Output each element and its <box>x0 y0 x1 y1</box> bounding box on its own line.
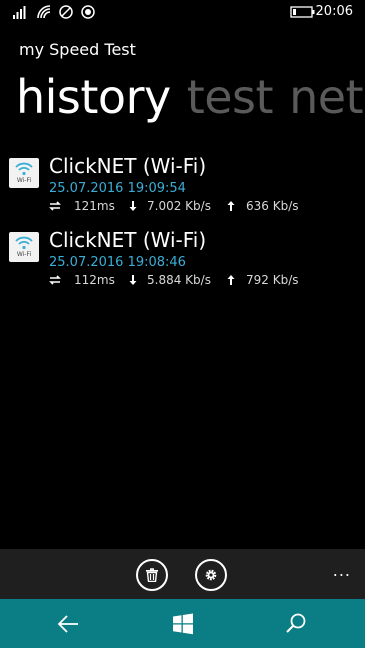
navigation-bar <box>0 599 365 648</box>
upload-value: 792 Kb/s <box>246 273 299 287</box>
download-icon <box>129 201 137 211</box>
wifi-icon <box>15 236 33 250</box>
ping-value: 112ms <box>74 273 115 287</box>
network-name: ClickNET (Wi-Fi) <box>49 228 207 252</box>
tab-test[interactable]: test <box>187 70 274 124</box>
back-icon[interactable] <box>56 611 82 637</box>
list-item[interactable]: Wi-Fi ClickNET (Wi-Fi) 25.07.2016 19:09:… <box>0 150 365 218</box>
wifi-tile-label: Wi-Fi <box>16 251 32 258</box>
network-name: ClickNET (Wi-Fi) <box>49 154 207 178</box>
list-item[interactable]: Wi-Fi ClickNET (Wi-Fi) 25.07.2016 19:08:… <box>0 224 365 292</box>
status-bar: 20:06 <box>0 0 365 24</box>
tab-net[interactable]: net <box>289 70 364 124</box>
upload-icon <box>227 201 235 211</box>
delete-icon <box>146 568 158 582</box>
settings-icon <box>205 569 217 581</box>
wifi-tile-label: Wi-Fi <box>16 177 32 184</box>
tab-history[interactable]: history <box>16 70 171 124</box>
location-icon <box>81 5 95 19</box>
ping-icon <box>49 201 61 211</box>
delete-button[interactable] <box>136 559 168 591</box>
download-value: 7.002 Kb/s <box>147 199 211 213</box>
battery-icon <box>290 6 315 18</box>
test-stats: 121ms 7.002 Kb/s 636 Kb/s <box>49 199 349 215</box>
vibrate-icon <box>59 5 73 19</box>
download-icon <box>129 275 137 285</box>
upload-icon <box>227 275 235 285</box>
test-stats: 112ms 5.884 Kb/s 792 Kb/s <box>49 273 349 289</box>
ping-icon <box>49 275 61 285</box>
signal-icon <box>13 6 26 19</box>
settings-button[interactable] <box>195 559 227 591</box>
wifi-tile: Wi-Fi <box>9 232 39 262</box>
app-title: my Speed Test <box>19 40 136 59</box>
upload-value: 636 Kb/s <box>246 199 299 213</box>
wifi-icon <box>15 162 33 176</box>
app-bar: ... <box>0 549 365 599</box>
wifi-tile: Wi-Fi <box>9 158 39 188</box>
test-date: 25.07.2016 19:08:46 <box>49 255 186 270</box>
pivot-header: history test net <box>16 70 365 124</box>
wifi-icon <box>37 5 51 19</box>
test-date: 25.07.2016 19:09:54 <box>49 181 186 196</box>
more-button[interactable]: ... <box>333 561 351 580</box>
download-value: 5.884 Kb/s <box>147 273 211 287</box>
clock: 20:06 <box>315 4 353 19</box>
windows-icon[interactable] <box>170 611 196 637</box>
search-icon[interactable] <box>283 611 309 637</box>
ping-value: 121ms <box>74 199 115 213</box>
